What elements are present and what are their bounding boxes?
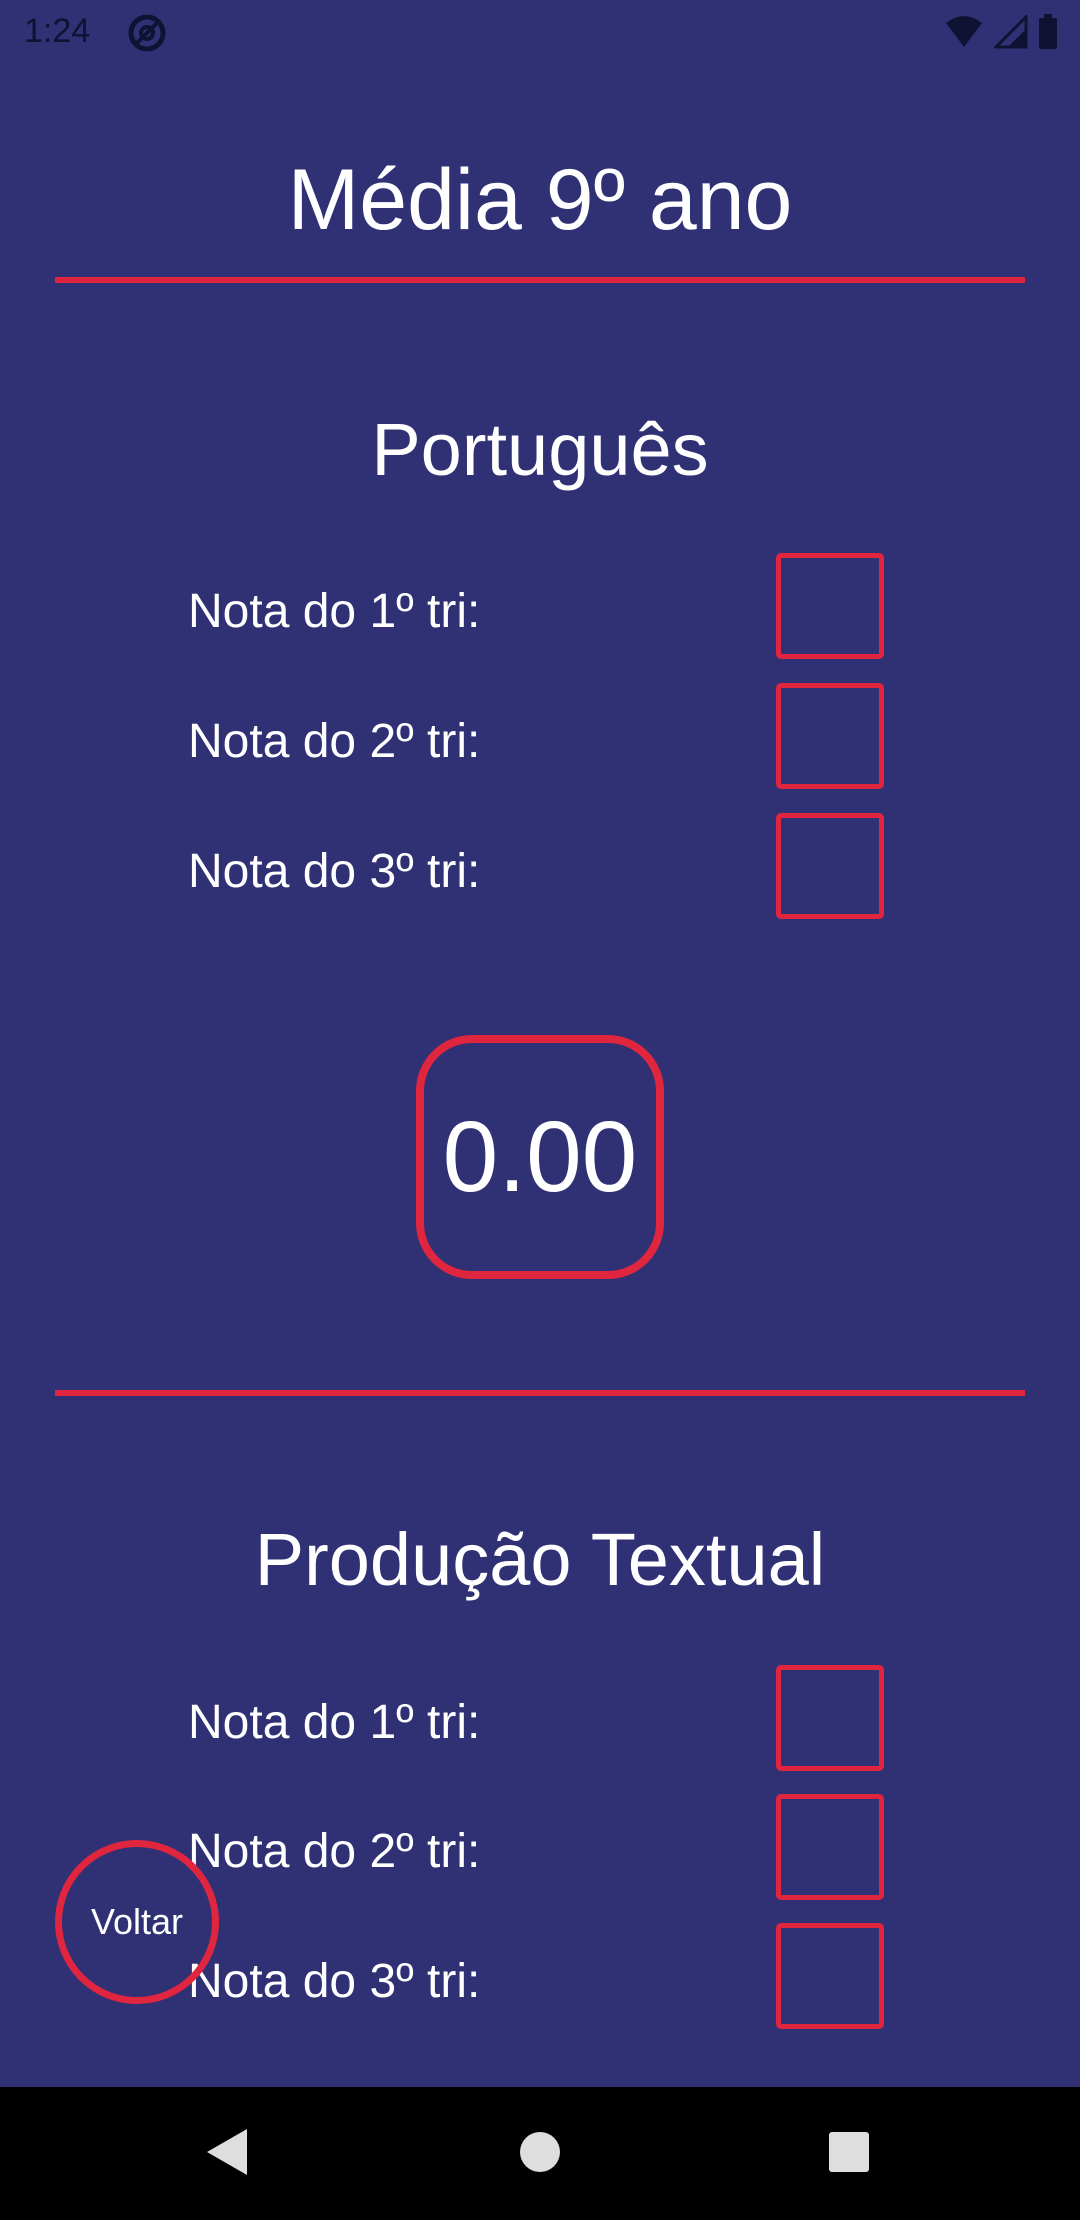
grade-input[interactable]: [776, 1923, 884, 2029]
grade-label: Nota do 2º tri:: [188, 715, 481, 768]
title-divider: [55, 277, 1025, 283]
grade-input[interactable]: [776, 1794, 884, 1900]
recents-square-icon[interactable]: [828, 2127, 870, 2177]
scroll-content[interactable]: Média 9º ano Português Nota do 1º tri: N…: [0, 0, 1080, 2030]
average-result: 0.00: [416, 1035, 664, 1279]
section-title-producao-textual: Produção Textual: [254, 1518, 826, 1601]
section-divider: [55, 1390, 1025, 1396]
grade-label: Nota do 1º tri:: [188, 585, 481, 638]
grade-label: Nota do 3º tri:: [188, 1955, 481, 2008]
navigation-bar: [0, 2087, 1080, 2220]
grade-input[interactable]: [776, 553, 884, 659]
grade-input[interactable]: [776, 1665, 884, 1771]
grade-label: Nota do 3º tri:: [188, 845, 481, 898]
back-button[interactable]: Voltar: [55, 1840, 219, 2004]
page-title: Média 9º ano: [287, 152, 793, 248]
section-title-portugues: Português: [371, 408, 709, 491]
back-triangle-icon[interactable]: [205, 2127, 249, 2177]
grade-input[interactable]: [776, 683, 884, 789]
grade-label: Nota do 1º tri:: [188, 1696, 481, 1749]
grade-input[interactable]: [776, 813, 884, 919]
home-circle-icon[interactable]: [519, 2127, 561, 2177]
grade-label: Nota do 2º tri:: [188, 1825, 481, 1878]
